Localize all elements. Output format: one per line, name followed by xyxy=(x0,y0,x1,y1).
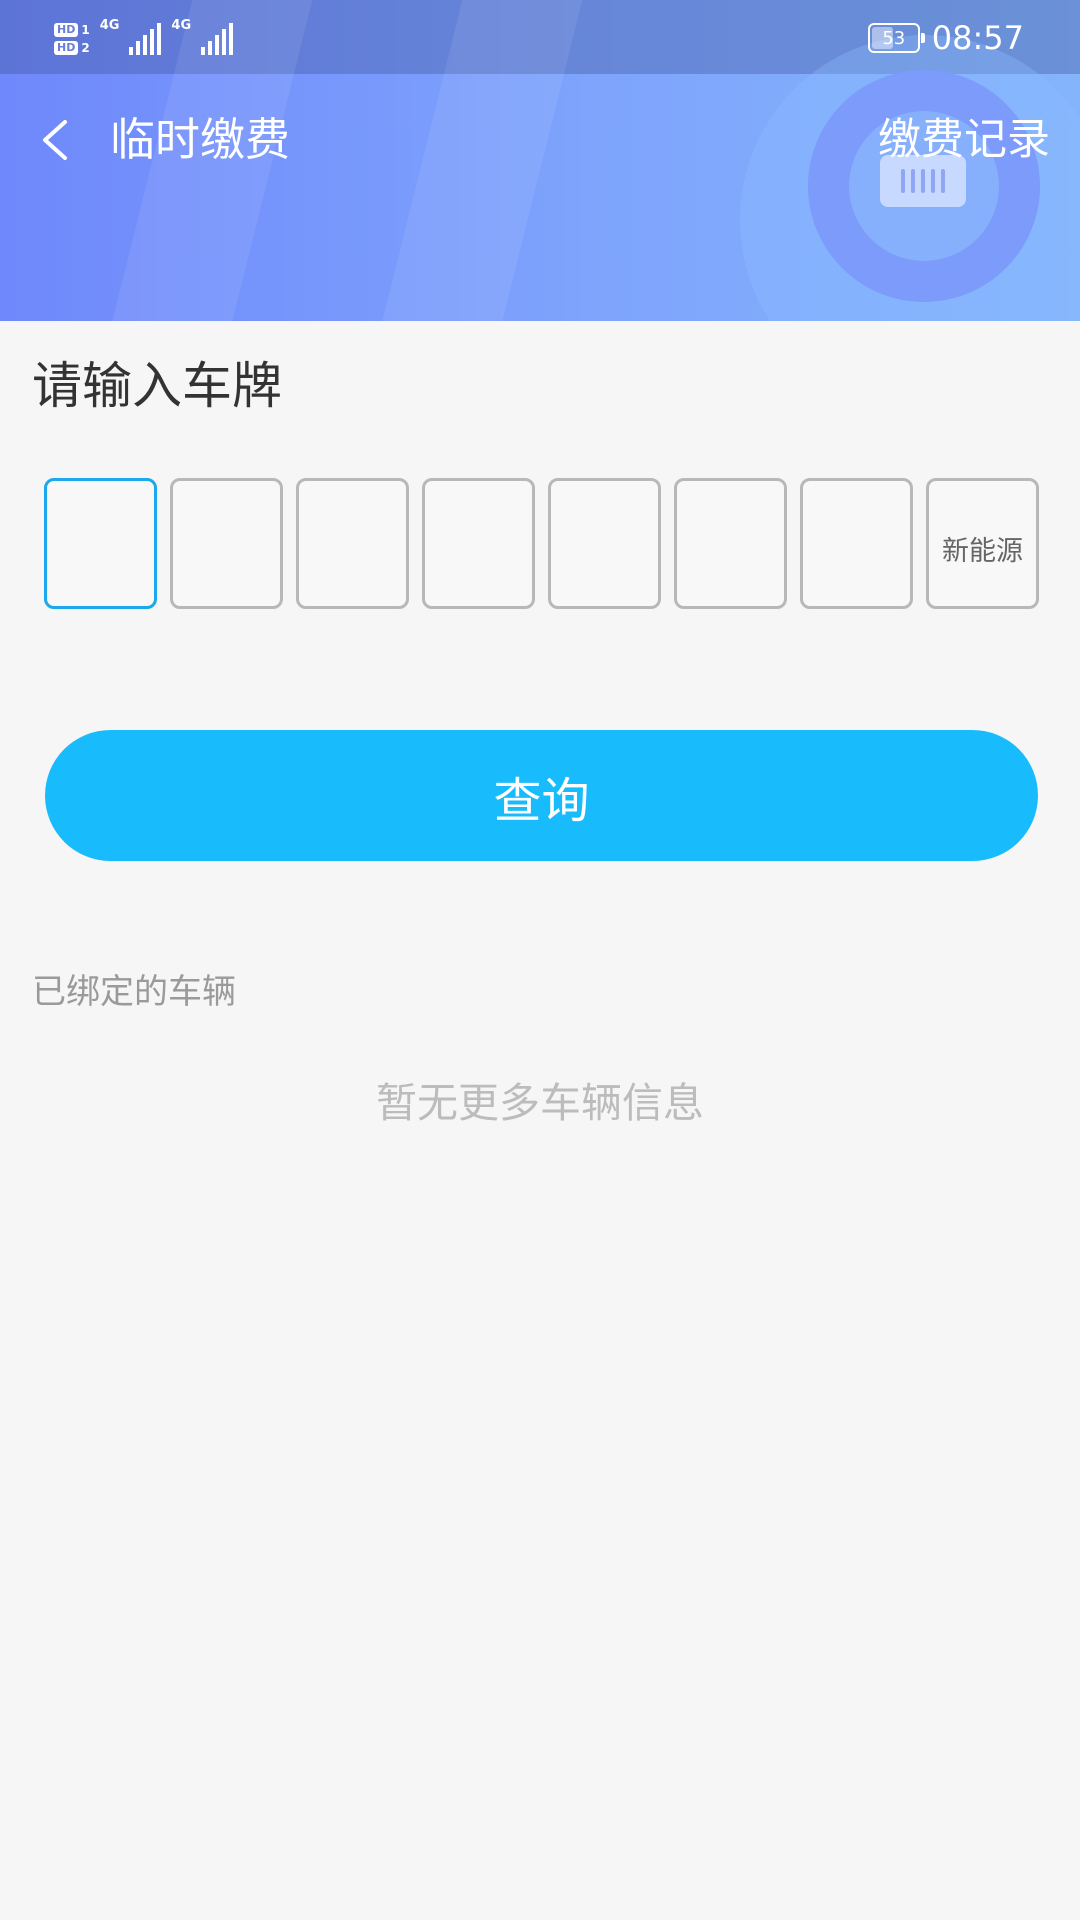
sim-slot-label: 2 xyxy=(81,41,90,55)
plate-char-cell[interactable] xyxy=(170,478,283,609)
sim-indicators: HD 1 HD 2 xyxy=(54,23,90,55)
network-type-label: 4G xyxy=(99,18,120,33)
hd-badge-icon: HD xyxy=(54,41,79,55)
page-title: 临时缴费 xyxy=(110,113,291,166)
bound-vehicles-heading: 已绑定的车辆 xyxy=(32,972,236,1012)
license-plate-input: 新能源 xyxy=(44,478,1040,609)
status-bar-right: 53 08:57 xyxy=(867,16,1024,60)
network-type-label: 4G xyxy=(171,18,192,33)
status-clock: 08:57 xyxy=(931,19,1024,57)
back-button[interactable] xyxy=(30,110,80,170)
plate-char-cell[interactable] xyxy=(422,478,535,609)
chevron-left-icon xyxy=(43,120,67,160)
plate-char-cell[interactable] xyxy=(674,478,787,609)
signal-strength-icon xyxy=(201,23,234,55)
plate-char-cell[interactable] xyxy=(296,478,409,609)
plate-char-cell[interactable] xyxy=(44,478,157,609)
sim-slot-label: 1 xyxy=(81,23,90,37)
battery-percent: 53 xyxy=(882,27,906,49)
plate-char-cell[interactable] xyxy=(548,478,661,609)
empty-vehicles-message: 暂无更多车辆信息 xyxy=(376,1079,704,1127)
hd-badge-icon: HD xyxy=(54,23,79,37)
header-banner: HD 1 HD 2 4G 4G 53 08:57 临时缴费 缴费记录 xyxy=(0,0,1080,321)
new-energy-plate-cell[interactable]: 新能源 xyxy=(926,478,1039,609)
plate-input-heading: 请输入车牌 xyxy=(32,357,282,415)
payment-records-link[interactable]: 缴费记录 xyxy=(878,110,1050,170)
signal-strength-icon xyxy=(129,23,162,55)
plate-char-cell[interactable] xyxy=(800,478,913,609)
status-bar-left: HD 1 HD 2 4G 4G xyxy=(54,14,234,64)
battery-icon: 53 xyxy=(867,23,925,53)
query-button[interactable]: 查询 xyxy=(45,730,1038,861)
